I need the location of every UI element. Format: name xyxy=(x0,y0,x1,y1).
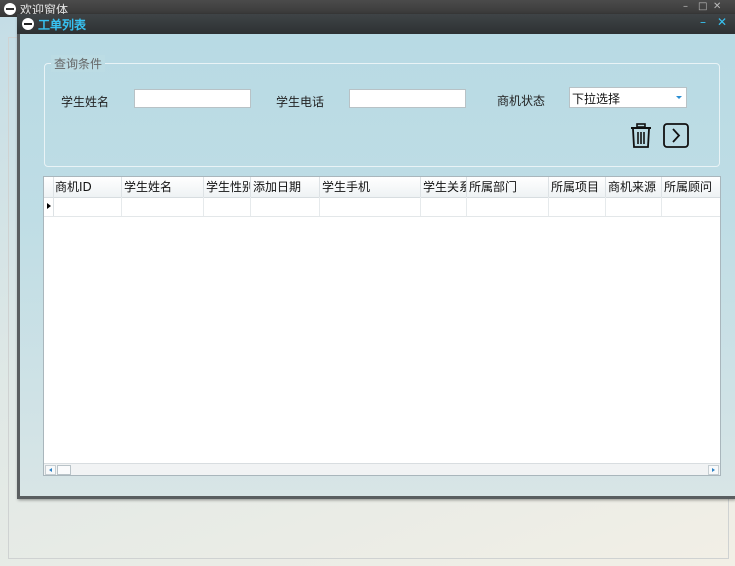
child-logo-icon xyxy=(22,18,34,30)
delete-button[interactable] xyxy=(629,123,653,149)
column-header-add-date[interactable]: 添加日期 xyxy=(251,177,320,197)
child-close-button[interactable]: ✕ xyxy=(717,15,727,29)
column-header-student-mobile[interactable]: 学生手机 xyxy=(320,177,421,197)
next-button[interactable] xyxy=(663,123,689,148)
table-cell[interactable] xyxy=(662,197,720,216)
child-minimize-button[interactable]: – xyxy=(700,15,706,29)
dropdown-arrow-icon xyxy=(676,96,682,99)
grid-header: 商机ID 学生姓名 学生性别 添加日期 学生手机 学生关系 所属部门 所属项目 … xyxy=(44,177,720,198)
parent-minimize-button[interactable]: – xyxy=(683,1,688,12)
opportunity-status-label: 商机状态 xyxy=(497,94,546,108)
student-name-label: 学生姓名 xyxy=(61,95,110,109)
table-cell[interactable] xyxy=(204,197,251,216)
student-name-input[interactable] xyxy=(134,89,251,108)
parent-maximize-button[interactable]: □ xyxy=(698,1,707,12)
column-header-department[interactable]: 所属部门 xyxy=(467,177,549,197)
opportunity-status-select[interactable]: 下拉选择 xyxy=(569,87,687,108)
table-cell[interactable] xyxy=(467,197,549,216)
scrollbar-thumb[interactable] xyxy=(57,465,71,475)
table-cell[interactable] xyxy=(53,197,122,216)
ticket-grid[interactable]: 商机ID 学生姓名 学生性别 添加日期 学生手机 学生关系 所属部门 所属项目 … xyxy=(43,176,721,476)
student-phone-label: 学生电话 xyxy=(276,95,325,109)
current-row-arrow-icon xyxy=(47,203,51,209)
table-cell[interactable] xyxy=(549,197,606,216)
table-row[interactable] xyxy=(44,197,720,217)
student-phone-input[interactable] xyxy=(349,89,466,108)
column-header-student-relation[interactable]: 学生关系 xyxy=(421,177,467,197)
column-header-student-name[interactable]: 学生姓名 xyxy=(122,177,204,197)
trash-icon xyxy=(631,123,651,148)
horizontal-scrollbar[interactable] xyxy=(44,463,720,475)
table-cell[interactable] xyxy=(606,197,662,216)
table-cell[interactable] xyxy=(122,197,204,216)
column-header-consultant[interactable]: 所属顾问 xyxy=(662,177,720,197)
child-window-body: 查询条件 学生姓名 学生电话 商机状态 下拉选择 商机ID 学生姓名 学生性别 … xyxy=(20,34,735,496)
scroll-right-icon[interactable] xyxy=(708,465,719,475)
column-header-opportunity-source[interactable]: 商机来源 xyxy=(606,177,662,197)
scroll-left-icon[interactable] xyxy=(45,465,56,475)
column-header-opportunity-id[interactable]: 商机ID xyxy=(53,177,122,197)
table-cell[interactable] xyxy=(251,197,320,216)
column-header-student-gender[interactable]: 学生性别 xyxy=(204,177,251,197)
ticket-list-window: 工单列表 – ✕ 查询条件 学生姓名 学生电话 商机状态 下拉选择 商机ID 学… xyxy=(17,14,735,499)
child-titlebar[interactable]: 工单列表 – ✕ xyxy=(17,14,735,34)
chevron-right-icon xyxy=(663,123,689,148)
child-window-title: 工单列表 xyxy=(38,18,87,32)
opportunity-status-selected: 下拉选择 xyxy=(572,92,621,106)
parent-close-button[interactable]: ✕ xyxy=(713,1,721,12)
table-cell[interactable] xyxy=(320,197,421,216)
query-conditions-group: 查询条件 学生姓名 学生电话 商机状态 下拉选择 xyxy=(44,55,720,167)
column-header-project[interactable]: 所属项目 xyxy=(549,177,606,197)
table-cell[interactable] xyxy=(421,197,467,216)
app-logo-icon xyxy=(4,3,16,15)
query-group-legend: 查询条件 xyxy=(51,55,106,72)
